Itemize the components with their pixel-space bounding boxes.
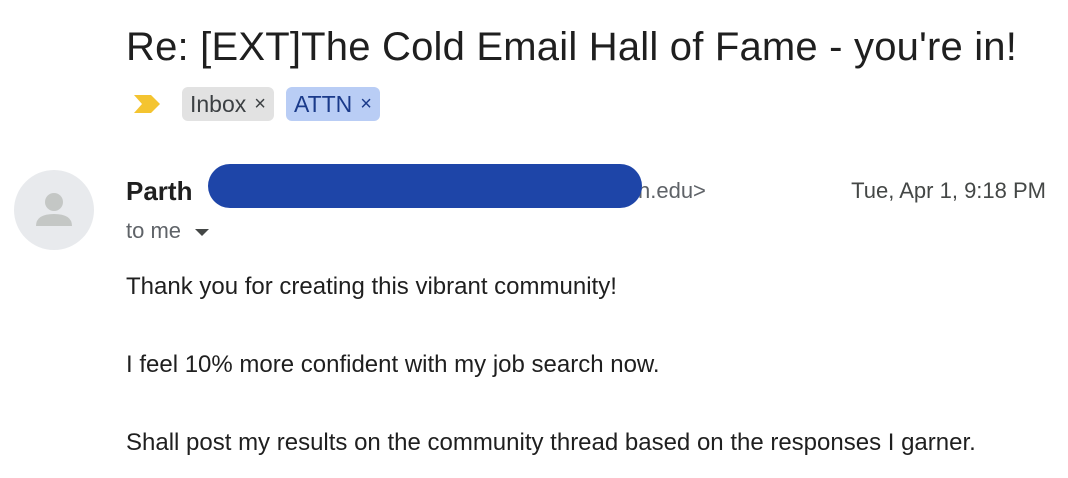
body-paragraph: I feel 10% more confident with my job se… xyxy=(126,351,660,378)
redaction-mark xyxy=(208,164,642,208)
chevron-down-icon[interactable] xyxy=(195,228,210,236)
email-subject: Re: [EXT]The Cold Email Hall of Fame - y… xyxy=(126,25,1018,69)
label-chip-attn-text: ATTN xyxy=(293,90,353,117)
label-chip-attn[interactable]: ATTN × xyxy=(285,87,380,121)
sender-avatar[interactable] xyxy=(14,170,94,250)
sender-email-visible: n.edu> xyxy=(638,178,706,203)
labels-row: Inbox × ATTN × xyxy=(134,86,392,122)
recipient-text: to me xyxy=(126,218,182,243)
body-paragraph: Thank you for creating this vibrant comm… xyxy=(126,273,617,300)
importance-marker-icon[interactable] xyxy=(134,95,160,113)
sender-row: Parth xxxxxxxxxxxxxxxxxxxxxxxxxxxxxxxxxx… xyxy=(126,164,1056,212)
label-chip-inbox-text: Inbox xyxy=(190,90,247,117)
remove-label-attn-icon[interactable]: × xyxy=(360,94,372,114)
label-chip-inbox[interactable]: Inbox × xyxy=(182,87,274,121)
sender-name[interactable]: Parth xyxy=(126,176,192,207)
email-body: Thank you for creating this vibrant comm… xyxy=(126,272,976,458)
email-date: Tue, Apr 1, 9:18 PM xyxy=(851,178,1046,203)
default-avatar-icon xyxy=(36,193,72,226)
body-paragraph: Shall post my results on the community t… xyxy=(126,429,976,456)
recipient-details[interactable]: to me xyxy=(126,218,210,244)
remove-label-inbox-icon[interactable]: × xyxy=(254,94,266,114)
